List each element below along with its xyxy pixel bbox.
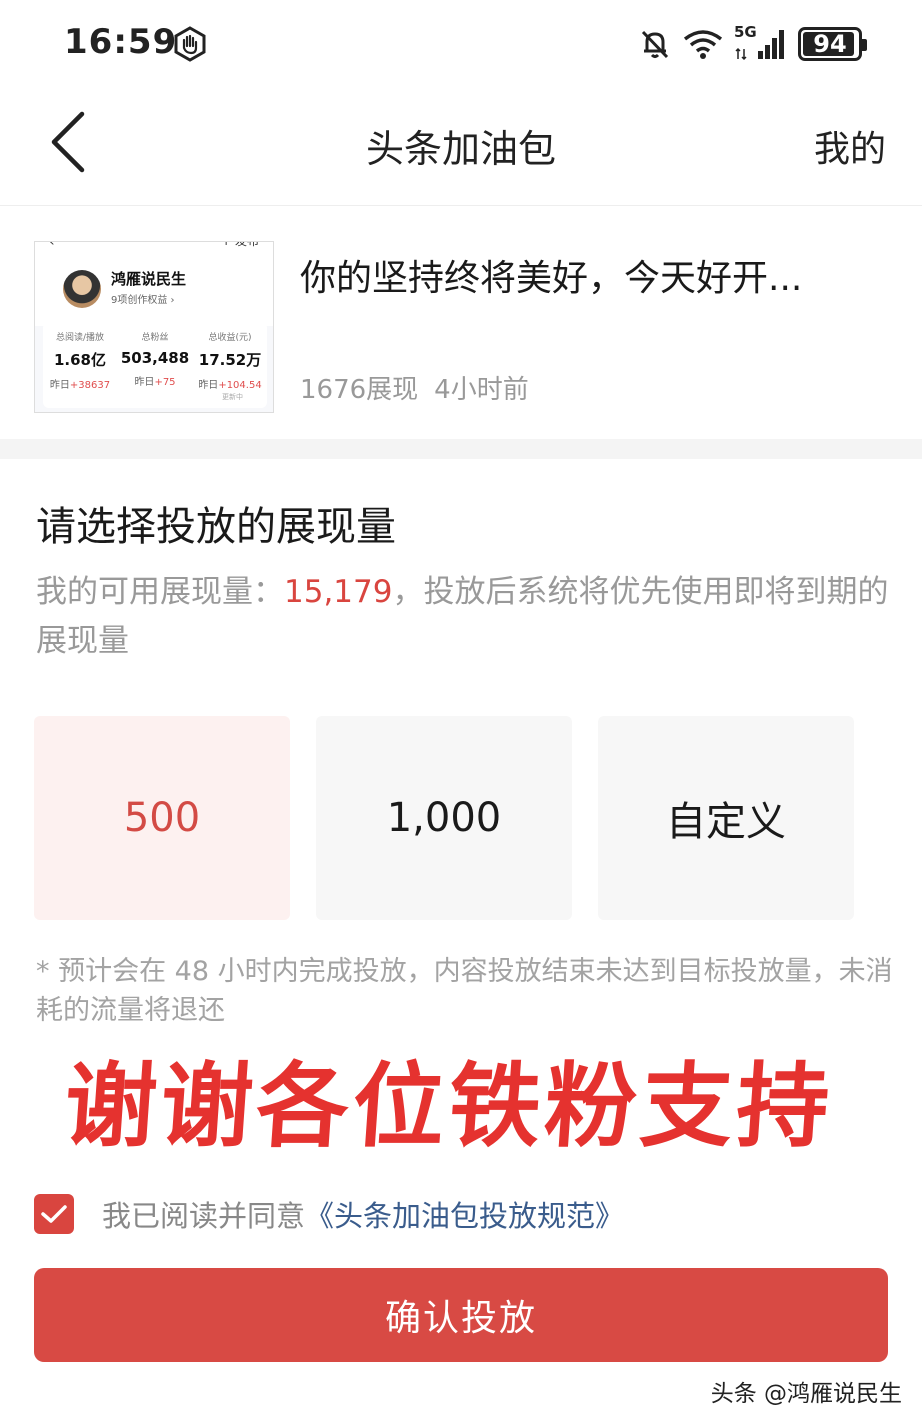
option-500[interactable]: 500: [34, 716, 290, 920]
stat-change: 昨日+75: [134, 377, 176, 388]
my-button[interactable]: 我的: [814, 120, 886, 172]
desc-prefix: 我的可用展现量：: [36, 574, 284, 610]
agreement-link[interactable]: 《头条加油包投放规范》: [305, 1193, 624, 1235]
option-1000[interactable]: 1,000: [316, 716, 572, 920]
article-meta: 1676展现 4小时前: [300, 369, 529, 406]
thumb-publish: + 发布: [221, 241, 259, 248]
section-divider: [0, 439, 922, 459]
option-custom[interactable]: 自定义: [598, 716, 854, 920]
signal-icon: 5G: [734, 23, 788, 63]
delivery-note: * 预计会在 48 小时内完成投放，内容投放结束未达到目标投放量，未消耗的流量将…: [36, 956, 893, 1026]
stat-change: 昨日+104.54: [198, 380, 262, 391]
confirm-button[interactable]: 确认投放: [34, 1268, 888, 1362]
watermark: 头条 @鸿雁说民生: [710, 1381, 902, 1407]
article-card[interactable]: ‹ + 发布 鸿雁说民生 9项创作权益 › 总阅读/播放 1.68亿 昨日+38…: [0, 207, 922, 439]
thumb-stat-income: 总收益(元) 17.52万 昨日+104.54: [193, 330, 267, 391]
thumb-stat-fans: 总粉丝 503,488 昨日+75: [118, 330, 192, 388]
stat-value: 503,488: [120, 349, 190, 367]
bell-muted-icon: [641, 30, 669, 59]
check-icon: [41, 1205, 67, 1223]
stat-label: 总收益(元): [208, 333, 252, 343]
status-icons: 5G 94: [638, 22, 867, 66]
nav-bar: 头条加油包 我的: [0, 88, 922, 206]
thumb-stat-reads: 总阅读/播放 1.68亿 昨日+38637: [43, 330, 117, 391]
wifi-icon: [683, 30, 723, 59]
article-time: 4小时前: [434, 375, 529, 405]
thanks-banner: 谢谢各位铁粉支持: [60, 1053, 837, 1160]
hand-icon: [174, 26, 206, 62]
stat-value: 1.68亿: [53, 351, 106, 369]
battery-icon: 94: [798, 27, 867, 61]
available-count: 15,179: [284, 574, 393, 610]
agree-text: 我已阅读并同意: [102, 1199, 306, 1233]
stat-label: 总粉丝: [141, 333, 169, 343]
status-bar: 16:59 5G 94: [0, 0, 922, 88]
thumb-tiny-note: 更新中: [222, 393, 243, 401]
impression-options: 500 1,000 自定义: [34, 716, 854, 920]
agreement-row: 我已阅读并同意 《头条加油包投放规范》: [34, 1192, 624, 1236]
battery-level: 94: [813, 30, 847, 58]
stat-change: 昨日+38637: [49, 380, 111, 391]
article-views: 1676展现: [300, 375, 419, 405]
article-title[interactable]: 你的坚持终将美好，今天好开...: [300, 249, 890, 301]
available-impressions-desc: 我的可用展现量：15,179，投放后系统将优先使用即将到期的展现量: [36, 568, 896, 666]
section-title: 请选择投放的展现量: [36, 504, 396, 550]
stat-label: 总阅读/播放: [55, 333, 105, 343]
page-title: 头条加油包: [365, 127, 556, 171]
thumb-stats: 总阅读/播放 1.68亿 昨日+38637 总粉丝 503,488 昨日+75 …: [43, 322, 267, 408]
avatar: [63, 270, 101, 308]
thumb-back-icon: ‹: [49, 241, 55, 250]
thumb-subtitle: 9项创作权益 ›: [111, 295, 175, 306]
thumb-author-name: 鸿雁说民生: [111, 270, 187, 288]
stat-value: 17.52万: [198, 351, 262, 369]
article-thumbnail: ‹ + 发布 鸿雁说民生 9项创作权益 › 总阅读/播放 1.68亿 昨日+38…: [34, 241, 274, 413]
status-time: 16:59: [64, 22, 178, 62]
agree-checkbox[interactable]: [34, 1194, 74, 1234]
